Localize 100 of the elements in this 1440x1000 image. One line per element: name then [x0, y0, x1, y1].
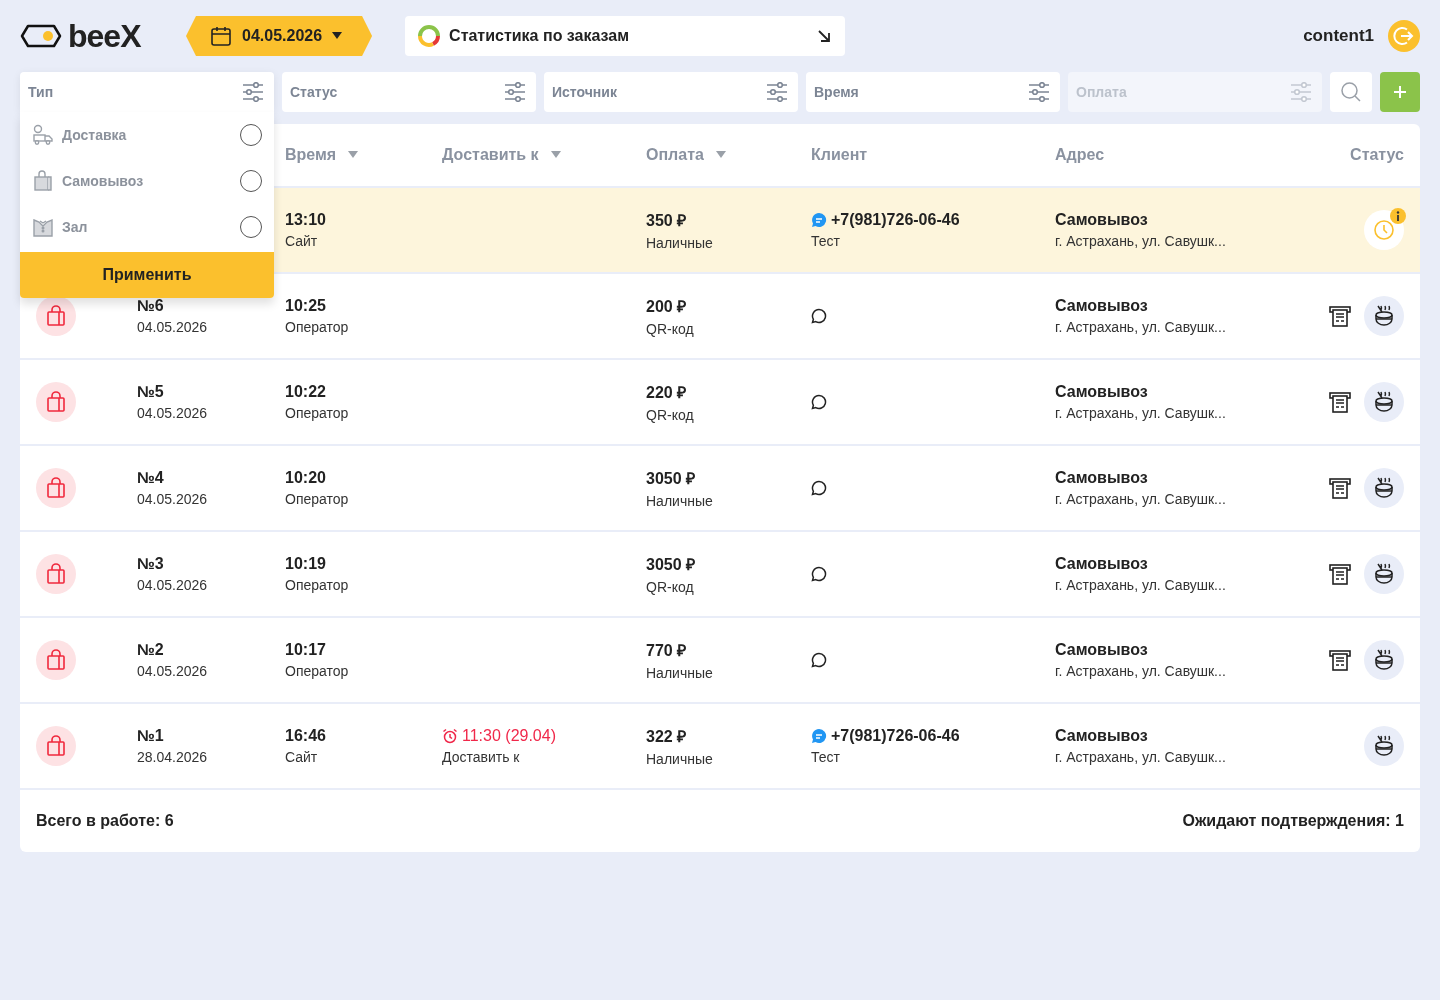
logout-icon	[1393, 25, 1415, 47]
total-in-work: Всего в работе: 6	[36, 812, 174, 830]
deliver-label: Доставить к	[442, 749, 521, 765]
stats-title: Статистика по заказам	[449, 27, 631, 45]
address-text: г. Астрахань, ул. Савушк...	[1055, 491, 1227, 507]
address-text: г. Астрахань, ул. Савушк...	[1055, 663, 1227, 679]
column-header[interactable]: Оплата	[646, 146, 704, 164]
payment-method: QR-код	[646, 579, 695, 595]
sort-caret-icon[interactable]	[715, 151, 726, 159]
column-header[interactable]: Доставить к	[442, 146, 539, 164]
filter-settings-icon[interactable]	[766, 82, 788, 102]
chat-icon[interactable]	[811, 308, 827, 324]
receipt-printer-icon[interactable]	[1328, 390, 1352, 414]
bag-icon	[32, 170, 54, 192]
bag-icon	[36, 640, 76, 680]
client-name: Тест	[811, 749, 841, 765]
chat-icon[interactable]	[811, 652, 827, 668]
address-title: Самовывоз	[1055, 641, 1149, 659]
order-date: 04.05.2026	[137, 405, 209, 421]
cooking-pot-icon	[1372, 734, 1396, 758]
order-row[interactable]: №2 04.05.2026 10:17 Оператор 770 ₽ Наличные Самовывоз г. Астрахань, ул. Савушк...	[20, 618, 1420, 704]
chat-icon[interactable]	[811, 566, 827, 582]
order-number: №2	[137, 641, 165, 659]
address-title: Самовывоз	[1055, 297, 1149, 315]
filter-field[interactable]: Тип	[20, 72, 274, 112]
order-source: Сайт	[285, 749, 319, 765]
column-header[interactable]: Время	[285, 146, 337, 164]
column-header: Клиент	[811, 146, 868, 164]
ring-chart-icon	[417, 24, 442, 48]
order-time: 10:25	[285, 297, 327, 315]
bag-icon	[36, 726, 76, 766]
payment-method: Наличные	[646, 493, 714, 509]
address-title: Самовывоз	[1055, 211, 1149, 229]
cooking-pot-icon	[1372, 390, 1396, 414]
search-icon	[1340, 81, 1362, 103]
date-picker[interactable]: 04.05.2026	[186, 16, 373, 56]
order-date: 04.05.2026	[137, 491, 209, 507]
status-button[interactable]	[1364, 296, 1404, 336]
order-row[interactable]: №4 04.05.2026 10:20 Оператор 3050 ₽ Наличные Самовывоз г. Астрахань, ул. Савушк...	[20, 446, 1420, 532]
calendar-icon	[210, 25, 232, 47]
order-row[interactable]: №1 28.04.2026 16:46 Сайт 11:30 (29.04) Доставить к 322 ₽ Наличные +7(981)726-06-46 Тест Самовывоз г. Астрахань, ул. Савушк...	[20, 704, 1420, 790]
receipt-printer-icon[interactable]	[1328, 562, 1352, 586]
order-date: 04.05.2026	[137, 577, 209, 593]
filter-field[interactable]: Статус	[282, 72, 536, 112]
cooking-pot-icon	[1372, 648, 1396, 672]
cooking-pot-icon	[1372, 476, 1396, 500]
filter-field[interactable]: Источник	[544, 72, 798, 112]
sort-caret-icon[interactable]	[550, 151, 561, 159]
stats-panel[interactable]: Статистика по заказам	[405, 16, 846, 56]
address-text: г. Астрахань, ул. Савушк...	[1055, 405, 1227, 421]
order-amount: 350 ₽	[646, 211, 688, 231]
order-source: Сайт	[285, 233, 319, 249]
chat-icon[interactable]	[811, 394, 827, 410]
truck-icon	[32, 124, 54, 146]
payment-method: Наличные	[646, 751, 714, 767]
address-text: г. Астрахань, ул. Савушк...	[1055, 577, 1227, 593]
order-number: №4	[137, 469, 165, 487]
info-badge-icon	[1390, 208, 1406, 224]
order-time: 16:46	[285, 727, 327, 745]
filter-settings-icon[interactable]	[242, 82, 264, 102]
bag-icon	[36, 468, 76, 508]
column-header: Статус	[1350, 146, 1404, 164]
receipt-printer-icon[interactable]	[1328, 648, 1352, 672]
receipt-printer-icon[interactable]	[1328, 304, 1352, 328]
username: content1	[1303, 26, 1374, 46]
order-amount: 322 ₽	[646, 727, 688, 747]
filter-settings-icon[interactable]	[1028, 82, 1050, 102]
waiter-icon	[32, 216, 54, 238]
address-title: Самовывоз	[1055, 727, 1149, 745]
clock-icon	[1372, 218, 1396, 242]
logo-text: beeX	[68, 20, 141, 52]
status-button[interactable]	[1364, 554, 1404, 594]
client-phone: +7(981)726-06-46	[831, 211, 960, 229]
order-number: №3	[137, 555, 165, 573]
payment-method: Наличные	[646, 665, 714, 681]
order-source: Оператор	[285, 405, 350, 421]
order-time: 10:22	[285, 383, 327, 401]
dropdown-option[interactable]: Зал	[20, 204, 274, 250]
deliver-time: 11:30 (29.04)	[462, 727, 556, 745]
chat-icon[interactable]	[811, 480, 827, 496]
filter-field[interactable]: Время	[806, 72, 1060, 112]
sort-caret-icon[interactable]	[348, 151, 359, 159]
logo-icon	[20, 24, 62, 48]
address-text: г. Астрахань, ул. Савушк...	[1055, 749, 1227, 765]
receipt-printer-icon[interactable]	[1328, 476, 1352, 500]
filter-settings-icon[interactable]	[504, 82, 526, 102]
dropdown-option[interactable]: Доставка	[20, 112, 274, 158]
order-number: №6	[137, 297, 165, 315]
order-time: 10:17	[285, 641, 327, 659]
status-button[interactable]	[1364, 468, 1404, 508]
alarm-clock-icon	[442, 728, 458, 744]
order-row[interactable]: №5 04.05.2026 10:22 Оператор 220 ₽ QR-код Самовывоз г. Астрахань, ул. Савушк...	[20, 360, 1420, 446]
status-button[interactable]	[1364, 382, 1404, 422]
order-row[interactable]: №3 04.05.2026 10:19 Оператор 3050 ₽ QR-код Самовывоз г. Астрахань, ул. Савушк...	[20, 532, 1420, 618]
cooking-pot-icon	[1372, 562, 1396, 586]
expand-arrow-icon[interactable]	[817, 29, 832, 43]
status-button[interactable]	[1364, 640, 1404, 680]
apply-button[interactable]: Применить	[20, 252, 274, 298]
status-button[interactable]	[1364, 726, 1404, 766]
order-date: 04.05.2026	[137, 319, 209, 335]
